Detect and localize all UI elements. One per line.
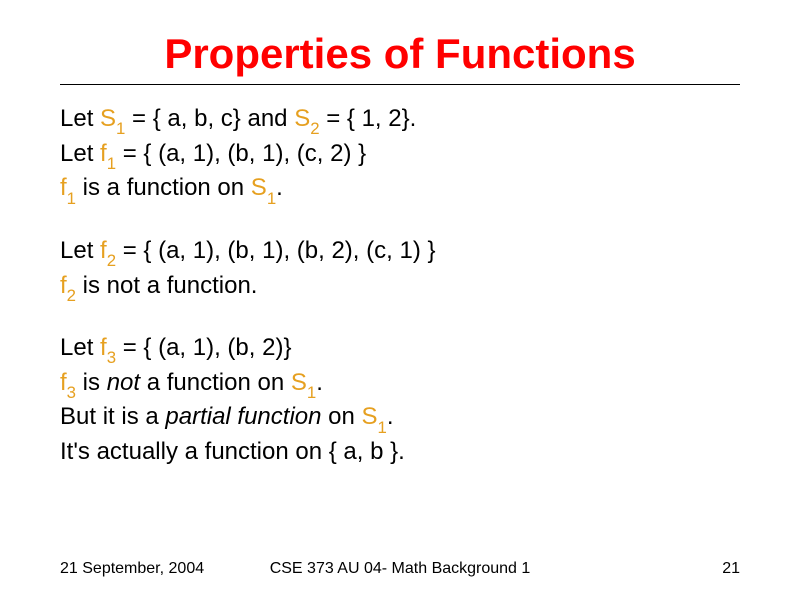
emphasis-not: not — [107, 369, 140, 396]
text: It's actually a function on { a, b }. — [60, 438, 405, 465]
func-f1: f — [100, 140, 107, 167]
subscript: 2 — [310, 119, 319, 138]
set-s1: S — [100, 105, 116, 132]
slide: Properties of Functions Let S1 = { a, b,… — [0, 0, 800, 600]
slide-content: Let S1 = { a, b, c} and S2 = { 1, 2}. Le… — [60, 103, 740, 467]
paragraph-1: Let S1 = { a, b, c} and S2 = { 1, 2}. Le… — [60, 103, 740, 207]
text: Let — [60, 105, 100, 132]
func-f2: f — [100, 237, 107, 264]
subscript: 1 — [267, 189, 276, 208]
footer-page-number: 21 — [722, 560, 740, 578]
text: . — [387, 403, 394, 430]
text: = { (a, 1), (b, 2)} — [116, 334, 291, 361]
slide-footer: 21 September, 2004 CSE 373 AU 04- Math B… — [0, 560, 800, 578]
subscript: 1 — [307, 383, 316, 402]
subscript: 2 — [67, 286, 76, 305]
paragraph-2: Let f2 = { (a, 1), (b, 1), (b, 2), (c, 1… — [60, 235, 740, 304]
subscript: 3 — [67, 383, 76, 402]
emphasis-partial: partial function — [165, 403, 321, 430]
func-f2: f — [60, 272, 67, 299]
paragraph-3: Let f3 = { (a, 1), (b, 2)} f3 is not a f… — [60, 332, 740, 467]
subscript: 1 — [116, 119, 125, 138]
text: = { (a, 1), (b, 1), (c, 2) } — [116, 140, 366, 167]
set-s1: S — [251, 174, 267, 201]
func-f1: f — [60, 174, 67, 201]
text: Let — [60, 140, 100, 167]
subscript: 1 — [378, 418, 387, 437]
text: . — [276, 174, 283, 201]
text: is not a function. — [76, 272, 257, 299]
subscript: 1 — [67, 189, 76, 208]
text: is a function on — [76, 174, 251, 201]
slide-title: Properties of Functions — [60, 30, 740, 78]
subscript: 1 — [107, 154, 116, 173]
set-s1: S — [291, 369, 307, 396]
text: = { 1, 2}. — [320, 105, 417, 132]
text: on — [321, 403, 361, 430]
subscript: 2 — [107, 251, 116, 270]
text: a function on — [140, 369, 291, 396]
set-s1: S — [362, 403, 378, 430]
title-rule — [60, 84, 740, 85]
func-f3: f — [60, 369, 67, 396]
text: Let — [60, 334, 100, 361]
subscript: 3 — [107, 348, 116, 367]
set-s2: S — [294, 105, 310, 132]
footer-date: 21 September, 2004 — [60, 560, 204, 578]
text: Let — [60, 237, 100, 264]
text: = { a, b, c} and — [125, 105, 294, 132]
text: = { (a, 1), (b, 1), (b, 2), (c, 1) } — [116, 237, 435, 264]
text: . — [316, 369, 323, 396]
func-f3: f — [100, 334, 107, 361]
footer-course: CSE 373 AU 04- Math Background 1 — [270, 560, 531, 578]
text: But it is a — [60, 403, 165, 430]
text: is — [76, 369, 107, 396]
